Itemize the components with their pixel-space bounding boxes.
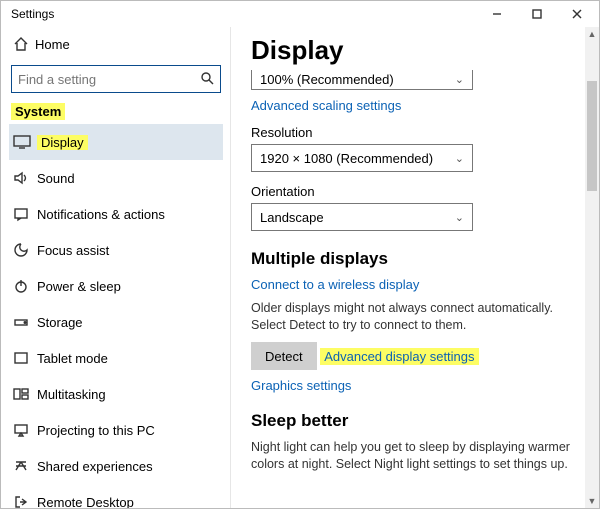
orientation-label: Orientation (251, 184, 585, 199)
nav-shared-experiences[interactable]: Shared experiences (9, 448, 223, 484)
remote-desktop-icon (9, 494, 37, 508)
main-pane: Display 100% (Recommended) ⌄ Advanced sc… (231, 27, 599, 508)
nav-notifications[interactable]: Notifications & actions (9, 196, 223, 232)
nav-label: Focus assist (37, 243, 109, 258)
shared-icon (9, 458, 37, 474)
nav-label: Shared experiences (37, 459, 153, 474)
nav-label: Sound (37, 171, 75, 186)
sound-icon (9, 170, 37, 186)
nav-sound[interactable]: Sound (9, 160, 223, 196)
nav-label: Power & sleep (37, 279, 121, 294)
nav-label: Multitasking (37, 387, 106, 402)
nav-tablet-mode[interactable]: Tablet mode (9, 340, 223, 376)
scroll-thumb[interactable] (587, 81, 597, 191)
nav-label: Projecting to this PC (37, 423, 155, 438)
chevron-down-icon: ⌄ (455, 152, 464, 165)
older-displays-desc: Older displays might not always connect … (251, 300, 571, 334)
sleep-better-heading: Sleep better (251, 411, 585, 431)
search-box[interactable] (11, 65, 221, 93)
power-icon (9, 278, 37, 294)
page-title: Display (251, 35, 585, 66)
projecting-icon (9, 422, 37, 438)
multiple-displays-heading: Multiple displays (251, 249, 585, 269)
scrollbar[interactable]: ▲ ▼ (585, 27, 599, 508)
nav-multitasking[interactable]: Multitasking (9, 376, 223, 412)
advanced-display-highlight: Advanced display settings (320, 348, 478, 365)
chevron-down-icon: ⌄ (455, 73, 464, 86)
nav-label: Remote Desktop (37, 495, 134, 509)
search-input[interactable] (18, 67, 200, 91)
chevron-down-icon: ⌄ (455, 211, 464, 224)
scale-select[interactable]: 100% (Recommended) ⌄ (251, 70, 473, 90)
scroll-up-icon[interactable]: ▲ (585, 27, 599, 41)
nav-remote-desktop[interactable]: Remote Desktop (9, 484, 223, 508)
graphics-settings-link[interactable]: Graphics settings (251, 378, 585, 393)
sidebar: Home System Display Sound (1, 27, 231, 508)
focus-assist-icon (9, 242, 37, 258)
nav-label: Storage (37, 315, 83, 330)
home-label: Home (35, 37, 70, 52)
nav-power-sleep[interactable]: Power & sleep (9, 268, 223, 304)
scroll-track[interactable] (585, 41, 599, 494)
home-icon (13, 36, 35, 52)
detect-button[interactable]: Detect (251, 342, 317, 370)
resolution-value: 1920 × 1080 (Recommended) (260, 151, 433, 166)
nav-label: Display (37, 135, 88, 150)
nav-label: Tablet mode (37, 351, 108, 366)
resolution-select[interactable]: 1920 × 1080 (Recommended) ⌄ (251, 144, 473, 172)
nav-projecting[interactable]: Projecting to this PC (9, 412, 223, 448)
title-bar: Settings (1, 1, 599, 27)
storage-icon (9, 314, 37, 330)
multitasking-icon (9, 386, 37, 402)
sleep-better-desc: Night light can help you get to sleep by… (251, 439, 571, 473)
scale-value: 100% (Recommended) (260, 72, 394, 87)
display-icon (9, 135, 37, 149)
detect-label: Detect (265, 349, 303, 364)
advanced-display-link[interactable]: Advanced display settings (324, 349, 474, 364)
orientation-select[interactable]: Landscape ⌄ (251, 203, 473, 231)
scroll-down-icon[interactable]: ▼ (585, 494, 599, 508)
resolution-label: Resolution (251, 125, 585, 140)
nav-display[interactable]: Display (9, 124, 223, 160)
advanced-scaling-link[interactable]: Advanced scaling settings (251, 98, 585, 113)
maximize-button[interactable] (517, 1, 557, 27)
nav-storage[interactable]: Storage (9, 304, 223, 340)
tablet-icon (9, 350, 37, 366)
category-label: System (11, 103, 65, 120)
nav-focus-assist[interactable]: Focus assist (9, 232, 223, 268)
notifications-icon (9, 206, 37, 222)
connect-wireless-link[interactable]: Connect to a wireless display (251, 277, 419, 292)
close-button[interactable] (557, 1, 597, 27)
orientation-value: Landscape (260, 210, 324, 225)
nav-label: Notifications & actions (37, 207, 165, 222)
search-icon (200, 71, 214, 88)
home-nav[interactable]: Home (9, 29, 223, 59)
minimize-button[interactable] (477, 1, 517, 27)
window-title: Settings (11, 7, 477, 21)
